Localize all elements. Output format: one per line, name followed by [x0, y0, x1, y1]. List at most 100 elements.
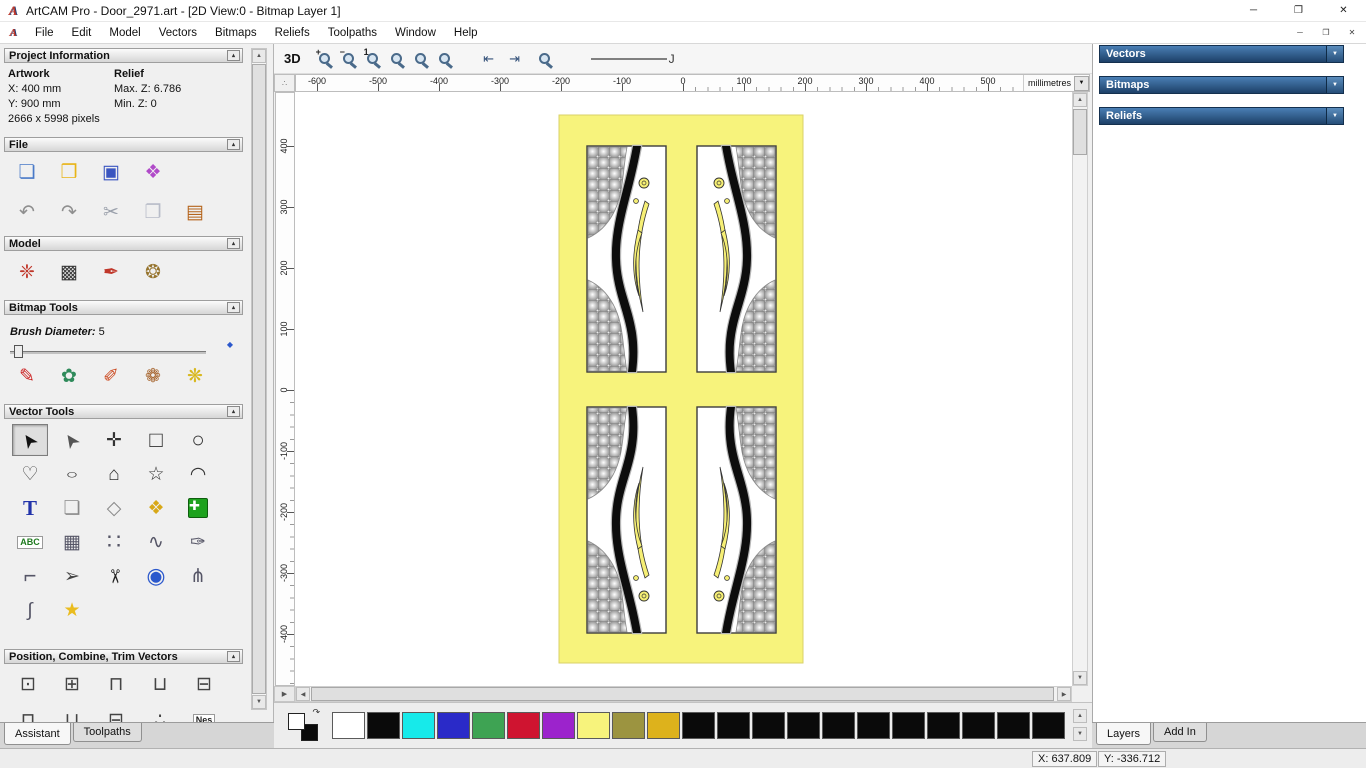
undo-icon[interactable]: ↶	[10, 196, 44, 228]
spray-icon[interactable]: ✐	[94, 360, 128, 392]
position-tools-header[interactable]: Position, Combine, Trim Vectors ▴	[4, 649, 243, 664]
menu-bitmaps[interactable]: Bitmaps	[206, 22, 266, 44]
units-selector[interactable]: millimetres ▼	[1022, 75, 1089, 91]
scatter-copies-icon[interactable]: ∴	[142, 704, 178, 723]
subtract-vectors-icon[interactable]: ⊔	[54, 704, 90, 723]
palette-swatch-12[interactable]	[752, 712, 785, 739]
menu-toolpaths[interactable]: Toolpaths	[319, 22, 386, 44]
palette-swatch-13[interactable]	[787, 712, 820, 739]
paint-icon[interactable]: ✎	[10, 360, 44, 392]
menu-file[interactable]: File	[26, 22, 63, 44]
cut-icon[interactable]: ✂	[94, 196, 128, 228]
panel-header-bitmaps[interactable]: Bitmaps ▼	[1099, 76, 1344, 94]
nest-vectors-icon[interactable]: Nes	[186, 704, 222, 722]
panel-header-reliefs[interactable]: Reliefs ▼	[1099, 107, 1344, 125]
reliefs-dropdown-button[interactable]: ▼	[1326, 108, 1343, 124]
create-diamond-icon[interactable]: ◇	[96, 492, 132, 524]
canvas-vertical-scrollbar[interactable]: ▲ ▼	[1072, 92, 1088, 686]
align-edges-icon[interactable]: ⊟	[186, 668, 222, 700]
select-vectors-icon[interactable]: ➤	[12, 424, 48, 456]
swap-colours-icon[interactable]: ↷	[312, 707, 320, 718]
canvas-2d-view[interactable]	[295, 92, 1072, 686]
set-model-size-icon[interactable]: ❈	[10, 256, 44, 288]
palette-swatch-10[interactable]	[682, 712, 715, 739]
zoom-out-icon[interactable]: −	[337, 46, 361, 72]
collapse-icon[interactable]: ▴	[227, 406, 240, 417]
vectors-dropdown-button[interactable]: ▼	[1326, 46, 1343, 62]
block-copy-icon[interactable]: ∷	[96, 526, 132, 558]
zoom-window-icon[interactable]	[533, 46, 557, 72]
collapse-icon[interactable]: ▴	[227, 50, 240, 61]
copy-icon[interactable]: ❐	[136, 196, 170, 228]
save-model-icon[interactable]: ▣	[94, 156, 128, 188]
maximize-button[interactable]: ❐	[1276, 0, 1321, 22]
fill-pour-icon[interactable]: ❖	[138, 492, 174, 524]
palette-swatch-4[interactable]	[472, 712, 505, 739]
palette-swatch-15[interactable]	[857, 712, 890, 739]
text-abc-icon[interactable]: ABC	[12, 526, 48, 558]
wrap-text-icon[interactable]: ▦	[54, 526, 90, 558]
menu-help[interactable]: Help	[445, 22, 487, 44]
tab-assistant[interactable]: Assistant	[4, 723, 71, 745]
slice-vectors-icon[interactable]: ⊟	[98, 704, 134, 723]
model-lighthouse-icon[interactable]: ✒	[94, 256, 128, 288]
palette-swatch-8[interactable]	[612, 712, 645, 739]
palette-swatch-17[interactable]	[927, 712, 960, 739]
vector-wizard-icon[interactable]: ★	[54, 594, 90, 626]
new-model-icon[interactable]: ❏	[10, 156, 44, 188]
palette-swatch-3[interactable]	[437, 712, 470, 739]
solid-fill-icon[interactable]: ❋	[178, 360, 212, 392]
palette-swatch-6[interactable]	[542, 712, 575, 739]
palette-swatch-16[interactable]	[892, 712, 925, 739]
create-polygon-icon[interactable]: ⌂	[96, 458, 132, 490]
tab-layers[interactable]: Layers	[1096, 723, 1152, 745]
brush-diameter-slider[interactable]	[10, 351, 206, 354]
align-bottom-icon[interactable]: ⊔	[142, 668, 178, 700]
collapse-icon[interactable]: ▴	[227, 238, 240, 249]
canvas-viewport[interactable]	[295, 92, 1072, 686]
model-section-header[interactable]: Model ▴	[4, 236, 243, 251]
palette-swatch-2[interactable]	[402, 712, 435, 739]
menu-model[interactable]: Model	[100, 22, 149, 44]
bridge-nodes-icon[interactable]: ⋔	[180, 560, 216, 592]
assistant-scrollbar-thumb[interactable]	[252, 64, 266, 694]
bitmap-tools-header[interactable]: Bitmap Tools ▴	[4, 300, 243, 315]
palette-scroll-down[interactable]: ▼	[1073, 727, 1087, 741]
palette-scroll-up[interactable]: ▲	[1073, 709, 1087, 723]
menu-window[interactable]: Window	[386, 22, 445, 44]
create-ellipse-icon[interactable]: ○	[54, 458, 90, 490]
weld-vectors-icon[interactable]: ⊓	[10, 704, 46, 723]
mdi-close-button[interactable]: ✕	[1344, 25, 1360, 39]
create-rectangle-icon[interactable]: □	[138, 424, 174, 456]
model-portrait-icon[interactable]: ❂	[136, 256, 170, 288]
minimize-button[interactable]: ─	[1231, 0, 1276, 22]
units-dropdown-icon[interactable]: ▼	[1074, 75, 1089, 91]
brush-slider-thumb[interactable]	[14, 345, 23, 358]
zoom-in-icon[interactable]: +	[313, 46, 337, 72]
create-star-icon[interactable]: ☆	[138, 458, 174, 490]
copy-along-curve-icon[interactable]: ∿	[138, 526, 174, 558]
tab-add-in[interactable]: Add In	[1153, 723, 1207, 742]
tab-toolpaths[interactable]: Toolpaths	[72, 723, 142, 742]
interactive-distort-icon[interactable]: ◉	[138, 560, 174, 592]
mdi-minimize-button[interactable]: ─	[1292, 25, 1308, 39]
palette-swatch-7[interactable]	[577, 712, 610, 739]
scroll-right-icon[interactable]: ▶	[1057, 687, 1071, 701]
colour-cookie-icon[interactable]: ❁	[136, 360, 170, 392]
assistant-scrollbar[interactable]: ▲ ▼	[251, 48, 267, 710]
scroll-left-icon[interactable]: ◀	[296, 687, 310, 701]
menu-reliefs[interactable]: Reliefs	[266, 22, 319, 44]
palette-swatch-1[interactable]	[367, 712, 400, 739]
pane-toggle-button[interactable]: ▶	[274, 686, 295, 702]
align-top-icon[interactable]: ⊓	[98, 668, 134, 700]
palette-swatch-18[interactable]	[962, 712, 995, 739]
palette-swatch-14[interactable]	[822, 712, 855, 739]
zoom-previous-icon[interactable]	[433, 46, 457, 72]
3d-view-button[interactable]: 3D	[284, 51, 301, 66]
project-information-header[interactable]: Project Information ▴	[4, 48, 243, 63]
vector-doctor-icon[interactable]: ✑	[180, 526, 216, 558]
create-arc-icon[interactable]: ◠	[180, 458, 216, 490]
create-circle-icon[interactable]: ○	[180, 424, 216, 456]
zoom-1to1-icon[interactable]: 1	[361, 46, 385, 72]
zoom-objects-icon[interactable]	[409, 46, 433, 72]
